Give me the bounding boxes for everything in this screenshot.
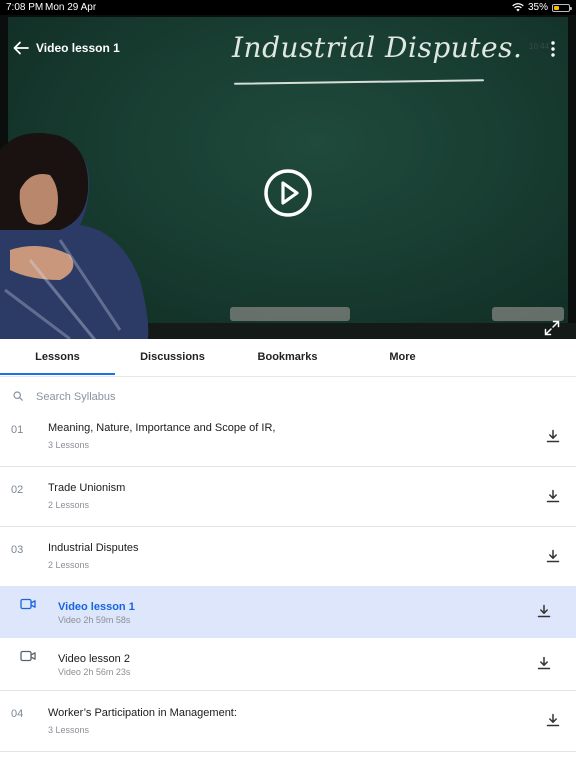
chapter-lesson-count: 3 Lessons bbox=[48, 725, 90, 735]
chapter-row[interactable]: 03 Industrial Disputes 2 Lessons bbox=[0, 527, 576, 586]
back-arrow-icon[interactable] bbox=[12, 40, 30, 56]
lesson-title: Video lesson 1 bbox=[58, 601, 135, 613]
lesson-row[interactable]: Video lesson 2 Video 2h 56m 23s bbox=[0, 638, 576, 691]
status-bar: 7:08 PM Mon 29 Apr 35% bbox=[0, 0, 576, 15]
status-time: 7:08 PM bbox=[6, 2, 44, 13]
tab-bar: Lessons Discussions Bookmarks More bbox=[0, 339, 576, 377]
video-player[interactable]: Industrial Disputes. Video lesson 1 10:4… bbox=[0, 15, 576, 339]
video-camera-icon bbox=[20, 650, 36, 662]
wifi-icon bbox=[512, 3, 524, 12]
video-title: Video lesson 1 bbox=[36, 41, 120, 55]
download-icon[interactable] bbox=[537, 656, 551, 670]
chapter-lesson-count: 3 Lessons bbox=[48, 440, 90, 450]
chapter-number: 03 bbox=[11, 544, 24, 556]
battery-percent: 35% bbox=[527, 2, 548, 13]
chapter-number: 02 bbox=[11, 484, 24, 496]
download-icon[interactable] bbox=[546, 429, 560, 443]
chapter-lesson-count: 2 Lessons bbox=[48, 500, 90, 510]
board-tool-tray bbox=[230, 307, 350, 321]
download-icon[interactable] bbox=[537, 604, 551, 618]
chapter-number: 01 bbox=[11, 424, 24, 436]
tab-discussions[interactable]: Discussions bbox=[115, 339, 230, 375]
lesson-meta: Video 2h 56m 23s bbox=[58, 667, 131, 677]
download-icon[interactable] bbox=[546, 489, 560, 503]
lesson-title: Video lesson 2 bbox=[58, 653, 130, 665]
download-icon[interactable] bbox=[546, 549, 560, 563]
tab-bookmarks[interactable]: Bookmarks bbox=[230, 339, 345, 375]
chapter-row[interactable]: 02 Trade Unionism 2 Lessons bbox=[0, 467, 576, 527]
chapter-title: Worker’s Participation in Management: bbox=[48, 707, 237, 719]
more-options-icon[interactable] bbox=[547, 40, 559, 58]
tab-lessons[interactable]: Lessons bbox=[0, 339, 115, 375]
download-icon[interactable] bbox=[546, 713, 560, 727]
chapter-title: Industrial Disputes bbox=[48, 542, 139, 554]
video-camera-icon bbox=[20, 598, 36, 610]
chapter-row[interactable]: 01 Meaning, Nature, Importance and Scope… bbox=[0, 407, 576, 467]
chapter-number: 04 bbox=[11, 708, 24, 720]
presenter-figure bbox=[0, 133, 149, 339]
lesson-row-active[interactable]: Video lesson 1 Video 2h 59m 58s bbox=[0, 586, 576, 638]
tab-more[interactable]: More bbox=[345, 339, 460, 375]
chapter-title: Meaning, Nature, Importance and Scope of… bbox=[48, 422, 276, 434]
chapter-row[interactable]: 04 Worker’s Participation in Management:… bbox=[0, 691, 576, 752]
search-input[interactable] bbox=[36, 387, 536, 407]
chapter-lesson-count: 2 Lessons bbox=[48, 560, 90, 570]
battery-icon bbox=[552, 3, 572, 12]
search-icon bbox=[13, 391, 23, 401]
chapter-title: Trade Unionism bbox=[48, 482, 126, 494]
lesson-meta: Video 2h 59m 58s bbox=[58, 615, 131, 625]
board-zoom-tray bbox=[492, 307, 564, 321]
status-date: Mon 29 Apr bbox=[45, 2, 97, 13]
fullscreen-icon[interactable] bbox=[544, 320, 560, 336]
board-handwriting: Industrial Disputes. bbox=[232, 31, 523, 64]
play-icon[interactable] bbox=[263, 168, 313, 218]
